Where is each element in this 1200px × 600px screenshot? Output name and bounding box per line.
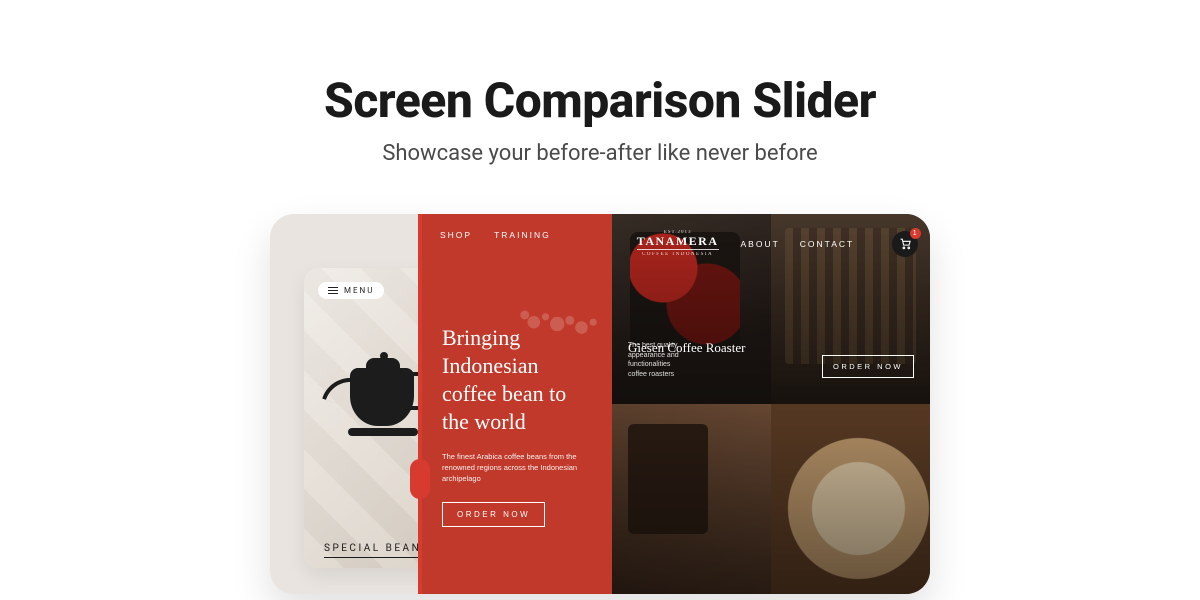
top-nav-right: SHOPTRAINING EST.2013 TANAMERA COFFEE IN…	[420, 214, 930, 257]
nav-contact[interactable]: CONTACT	[800, 239, 854, 249]
menu-label: MENU	[344, 286, 374, 295]
slider-handle[interactable]	[418, 214, 422, 594]
tile-roaster-sub: The best quality, appearance and functio…	[628, 341, 681, 380]
brand-sub: COFFEE INDONESIA	[642, 252, 713, 257]
page-subtitle: Showcase your before-after like never be…	[382, 141, 817, 166]
tile-order-button[interactable]: ORDER NOW	[822, 355, 914, 378]
hero-order-button[interactable]: ORDER NOW	[442, 502, 545, 527]
product-grid: SHOPTRAINING EST.2013 TANAMERA COFFEE IN…	[612, 214, 930, 594]
hero-column: SHOP TRAINING Bringing Indonesian coffee…	[420, 214, 612, 594]
brand-est: EST.2013	[664, 230, 692, 235]
brand-name: TANAMERA	[637, 235, 719, 250]
comparison-slider[interactable]: MENU SPECIAL BEANS SHOP TRAINING	[270, 214, 930, 594]
tile-bar[interactable]	[612, 404, 771, 594]
hamburger-icon	[328, 287, 338, 295]
cart-button[interactable]: 1	[892, 231, 918, 257]
hero-subtext: The finest Arabica coffee beans from the…	[442, 451, 590, 485]
tile-latte[interactable]	[771, 404, 930, 594]
page-title: Screen Comparison Slider	[324, 72, 876, 129]
menu-button[interactable]: MENU	[318, 282, 384, 299]
nav-about[interactable]: ABOUT	[741, 239, 780, 249]
special-beans-label: SPECIAL BEANS	[324, 543, 430, 558]
brand-logo[interactable]: EST.2013 TANAMERA COFFEE INDONESIA	[637, 230, 719, 257]
cart-icon	[899, 237, 912, 250]
world-map-icon	[514, 294, 604, 354]
cart-badge: 1	[910, 228, 921, 239]
after-pane: SHOP TRAINING Bringing Indonesian coffee…	[420, 214, 930, 594]
